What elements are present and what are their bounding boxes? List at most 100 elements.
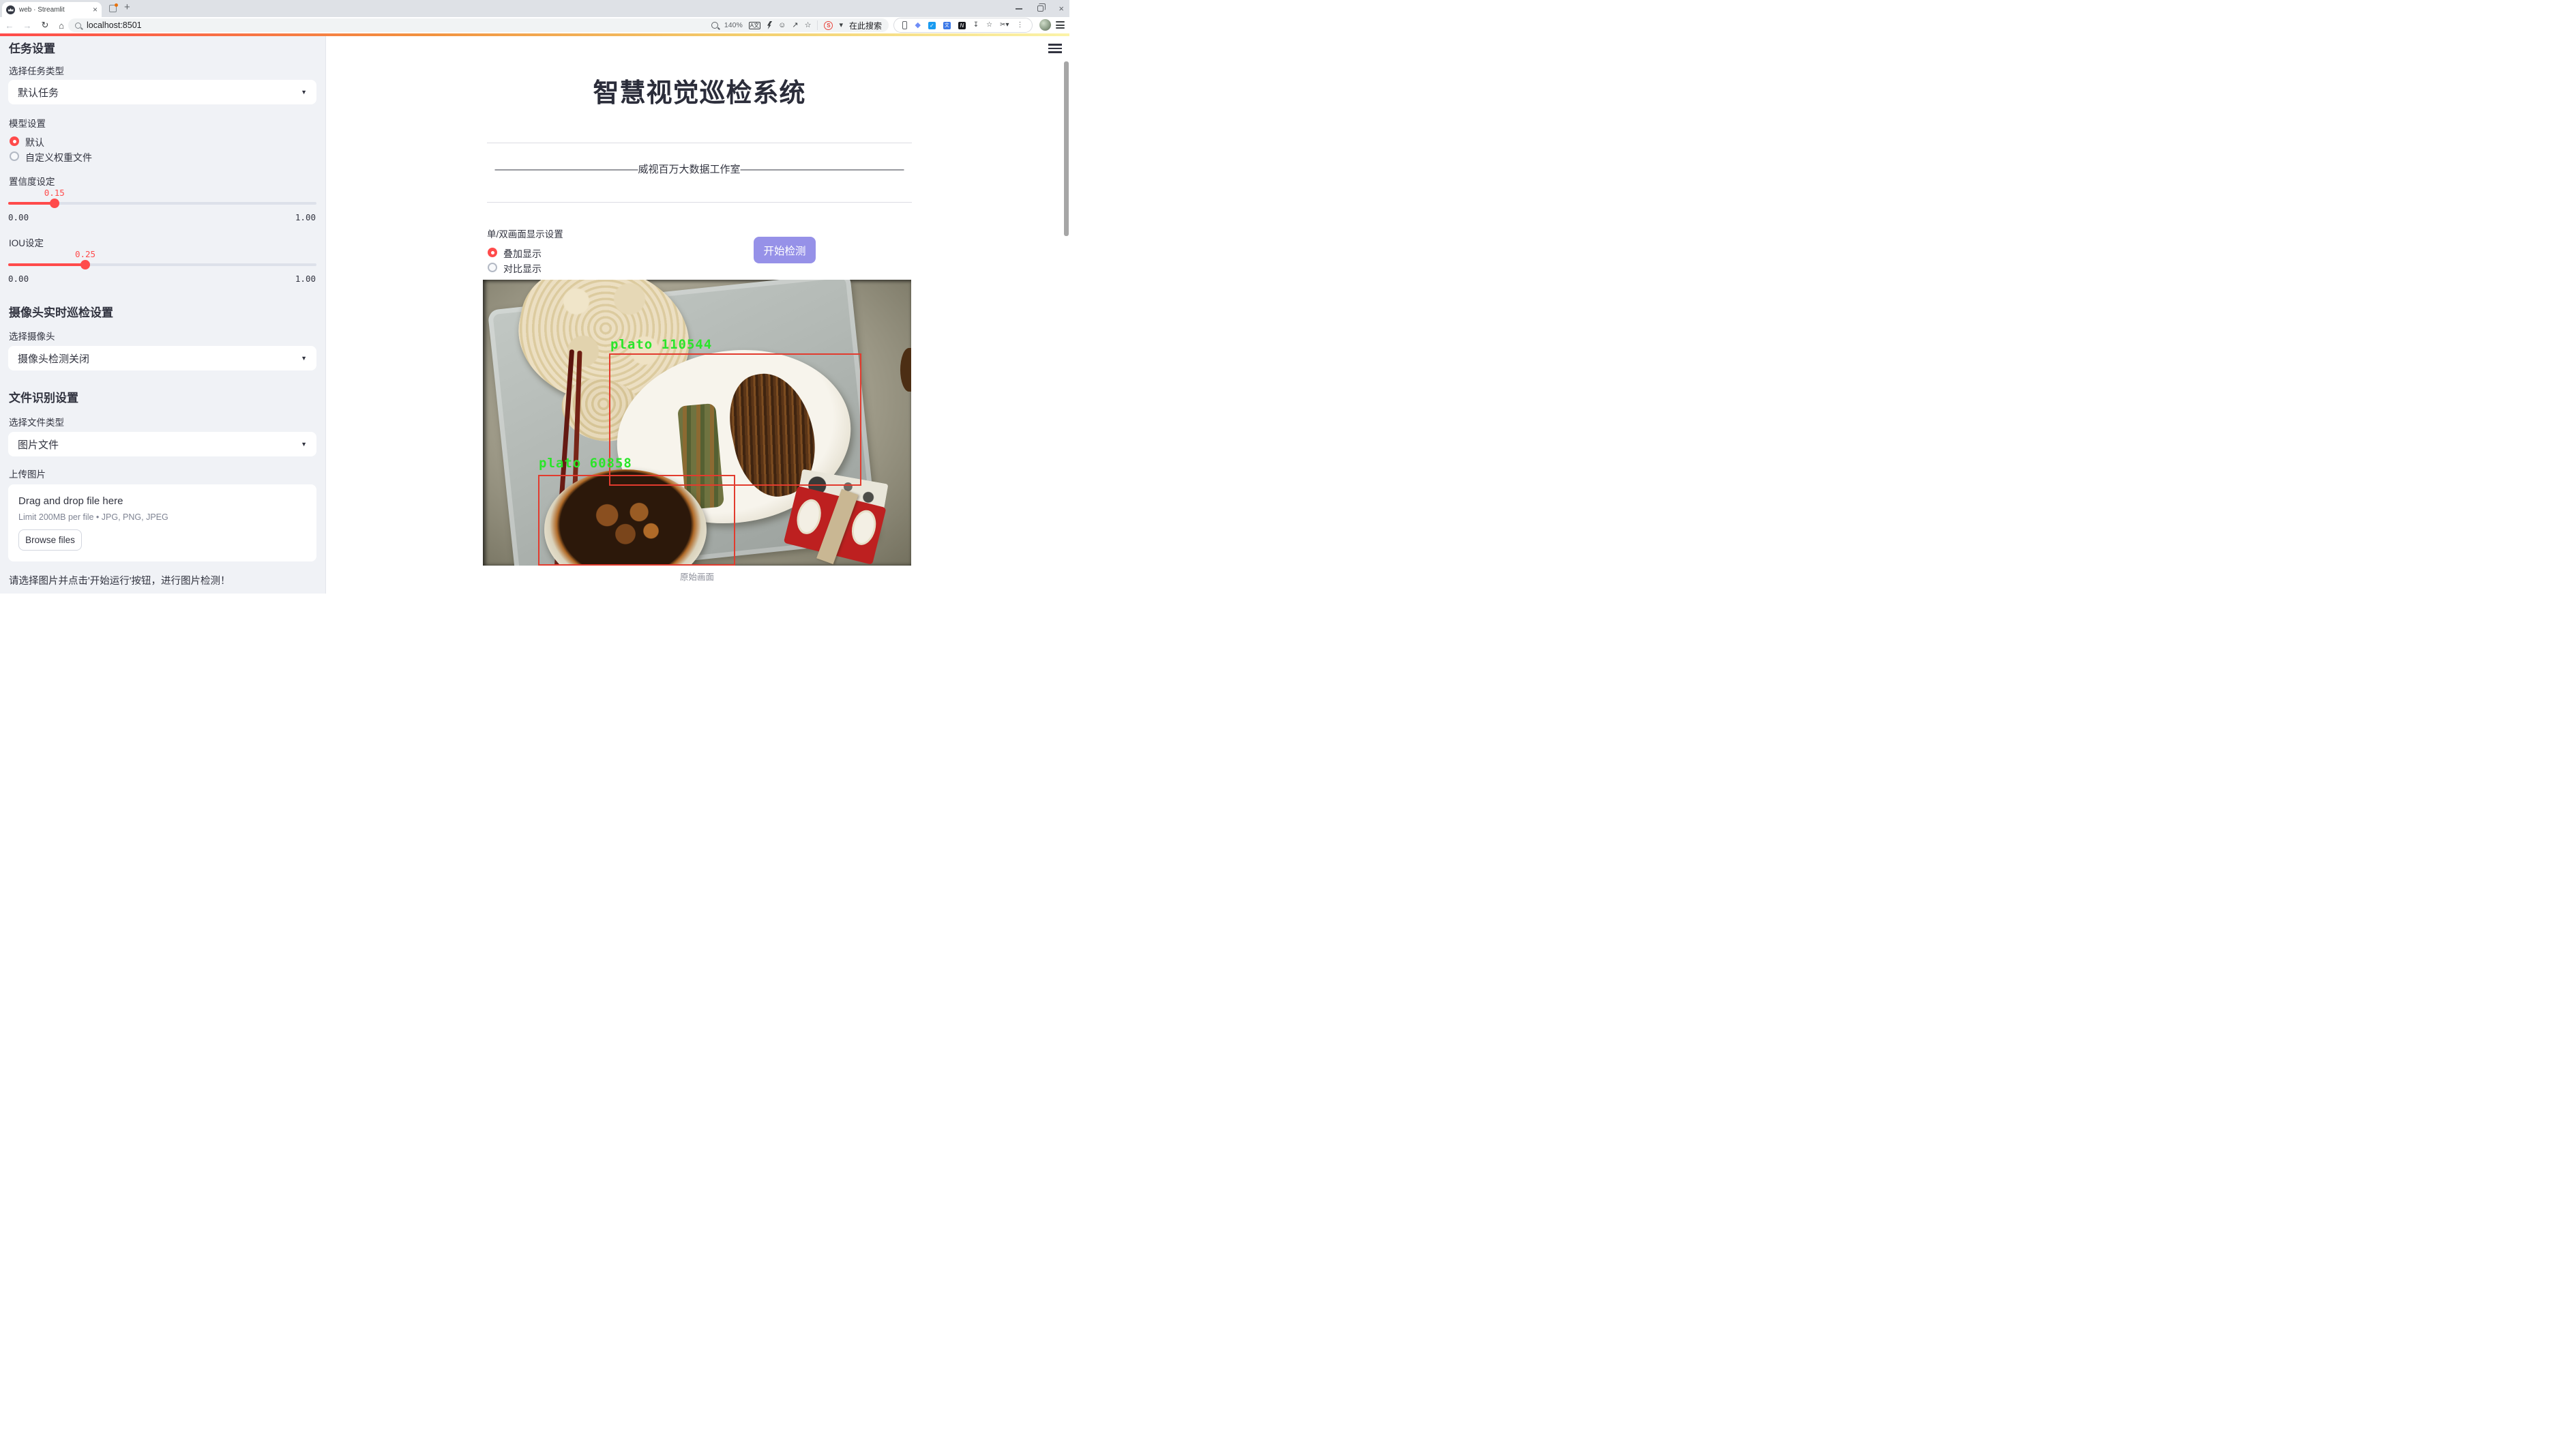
address-bar-actions: 140% A文 ☺ ↗ ☆ S ▾ 在此搜索 (711, 20, 882, 31)
start-detection-button[interactable]: 开始检测 (754, 237, 816, 263)
upload-label: 上传图片 (9, 467, 46, 480)
browser-tab[interactable]: web · Streamlit × (2, 2, 102, 17)
tab-title: web · Streamlit (19, 6, 90, 14)
streamlit-favicon-icon (6, 5, 15, 14)
confidence-value: 0.15 (34, 188, 75, 198)
page-scrollbar[interactable] (1064, 61, 1069, 236)
app-menu-icon[interactable] (1048, 44, 1062, 53)
checkmark-extension-icon[interactable]: ✓ (928, 22, 936, 29)
iou-slider[interactable] (8, 263, 316, 266)
confidence-label: 置信度设定 (9, 174, 55, 188)
divider (487, 202, 912, 203)
chevron-down-icon: ▼ (301, 89, 307, 96)
window-controls: × (1016, 0, 1064, 17)
phone-icon[interactable] (902, 21, 907, 29)
divider (817, 20, 818, 30)
browser-menu-icon[interactable] (1056, 21, 1065, 29)
s-caret-icon[interactable]: ▾ (839, 21, 843, 29)
dropzone-instruction: Drag and drop file here (18, 495, 123, 507)
camera-settings-heading: 摄像头实时巡检设置 (9, 303, 113, 320)
download-icon[interactable]: ↧ (973, 21, 979, 29)
radio-overlay-display[interactable] (488, 248, 497, 257)
bookmark-star-icon[interactable]: ☆ (986, 21, 992, 29)
kebab-menu-icon[interactable]: ⋮ (1016, 21, 1023, 29)
confidence-slider[interactable] (8, 202, 316, 205)
lightning-icon[interactable] (767, 21, 772, 29)
sidebar: 任务设置 选择任务类型 默认任务 ▼ 模型设置 默认 自定义权重文件 置信度设定… (0, 36, 326, 594)
studio-line: ——————————————威视百万大数据工作室———————————————— (487, 162, 912, 176)
close-button[interactable]: × (1058, 5, 1064, 12)
confidence-slider-thumb[interactable] (50, 199, 59, 208)
camera-select-value: 摄像头检测关闭 (18, 351, 89, 366)
profile-avatar[interactable] (1039, 19, 1051, 31)
iou-label: IOU设定 (9, 235, 44, 249)
smiley-icon[interactable]: ☺ (778, 21, 786, 29)
display-mode-label: 单/双画面显示设置 (487, 227, 563, 240)
detection-image: plato 110544 plato 60858 (483, 280, 911, 566)
zoom-icon[interactable] (711, 22, 718, 29)
forward-icon[interactable]: → (20, 17, 34, 33)
detection-label: plato 110544 (610, 337, 712, 352)
dropzone-limit: Limit 200MB per file • JPG, PNG, JPEG (18, 512, 168, 522)
radio-compare-display[interactable] (488, 263, 497, 272)
task-settings-heading: 任务设置 (9, 39, 55, 56)
file-type-value: 图片文件 (18, 437, 59, 452)
radio-model-default[interactable] (10, 136, 19, 146)
home-icon[interactable]: ⌂ (55, 17, 68, 33)
translate-extension-icon[interactable]: 文 (943, 22, 951, 29)
tab-close-icon[interactable]: × (93, 5, 98, 14)
url-text[interactable]: localhost:8501 (87, 20, 711, 30)
scissors-icon[interactable]: ✂▾ (1000, 21, 1009, 29)
camera-select-label: 选择摄像头 (9, 329, 55, 342)
sidebar-hint-text: 请选择图片并点击'开始运行'按钮，进行图片检测！ (9, 573, 231, 587)
restore-button[interactable] (1037, 5, 1043, 12)
iou-slider-thumb[interactable] (80, 260, 90, 269)
dish-edge (900, 348, 911, 392)
address-bar[interactable]: localhost:8501 140% A文 ☺ ↗ ☆ S ▾ 在此搜索 (68, 18, 889, 32)
translate-icon[interactable]: A文 (749, 22, 760, 29)
workspace-icon[interactable] (109, 5, 117, 12)
radio-compare-display-label[interactable]: 对比显示 (503, 262, 542, 276)
confidence-min: 0.00 (8, 212, 29, 222)
file-type-label: 选择文件类型 (9, 415, 64, 428)
iou-value: 0.25 (65, 249, 106, 259)
detection-box (609, 353, 861, 486)
task-type-label: 选择任务类型 (9, 63, 64, 77)
search-icon (75, 23, 81, 29)
browse-files-button[interactable]: Browse files (18, 529, 82, 551)
share-icon[interactable]: ↗ (792, 21, 798, 29)
zoom-level[interactable]: 140% (724, 21, 743, 29)
image-caption: 原始画面 (483, 570, 911, 583)
chevron-down-icon: ▼ (301, 355, 307, 362)
browser-window: web · Streamlit × + × ← → ↻ ⌂ localhost:… (0, 0, 1069, 594)
detection-label: plato 60858 (539, 456, 632, 471)
file-uploader-dropzone[interactable]: Drag and drop file here Limit 200MB per … (8, 484, 316, 561)
radio-overlay-display-label[interactable]: 叠加显示 (503, 247, 542, 261)
browser-toolbar: ← → ↻ ⌂ localhost:8501 140% A文 ☺ ↗ ☆ S ▾… (0, 17, 1069, 33)
extensions-pill: ◆ ✓ 文 N ↧ ☆ ✂▾ ⋮ (893, 18, 1033, 33)
file-type-select[interactable]: 图片文件 ▼ (8, 432, 316, 456)
minimize-button[interactable] (1016, 8, 1022, 10)
file-settings-heading: 文件识别设置 (9, 388, 78, 405)
iou-max: 1.00 (295, 274, 316, 284)
radio-model-custom-label[interactable]: 自定义权重文件 (25, 151, 92, 164)
star-add-icon[interactable]: ☆ (805, 21, 812, 29)
gemini-icon[interactable]: ◆ (915, 21, 920, 29)
iou-min: 0.00 (8, 274, 29, 284)
detection-box (538, 475, 735, 566)
confidence-max: 1.00 (295, 212, 316, 222)
back-icon[interactable]: ← (3, 17, 16, 33)
new-tab-button[interactable]: + (124, 1, 130, 13)
chevron-down-icon: ▼ (301, 441, 307, 448)
task-type-select[interactable]: 默认任务 ▼ (8, 80, 316, 104)
s-search-logo-icon[interactable]: S (824, 21, 833, 30)
refresh-icon[interactable]: ↻ (38, 17, 52, 33)
radio-model-custom[interactable] (10, 151, 19, 161)
camera-select[interactable]: 摄像头检测关闭 ▼ (8, 346, 316, 370)
n-extension-icon[interactable]: N (958, 22, 966, 29)
search-here-label[interactable]: 在此搜索 (849, 20, 882, 31)
page-title: 智慧视觉巡检系统 (487, 72, 912, 109)
radio-model-default-label[interactable]: 默认 (25, 136, 44, 149)
tab-strip: web · Streamlit × + × (0, 0, 1069, 17)
task-type-value: 默认任务 (18, 85, 59, 100)
